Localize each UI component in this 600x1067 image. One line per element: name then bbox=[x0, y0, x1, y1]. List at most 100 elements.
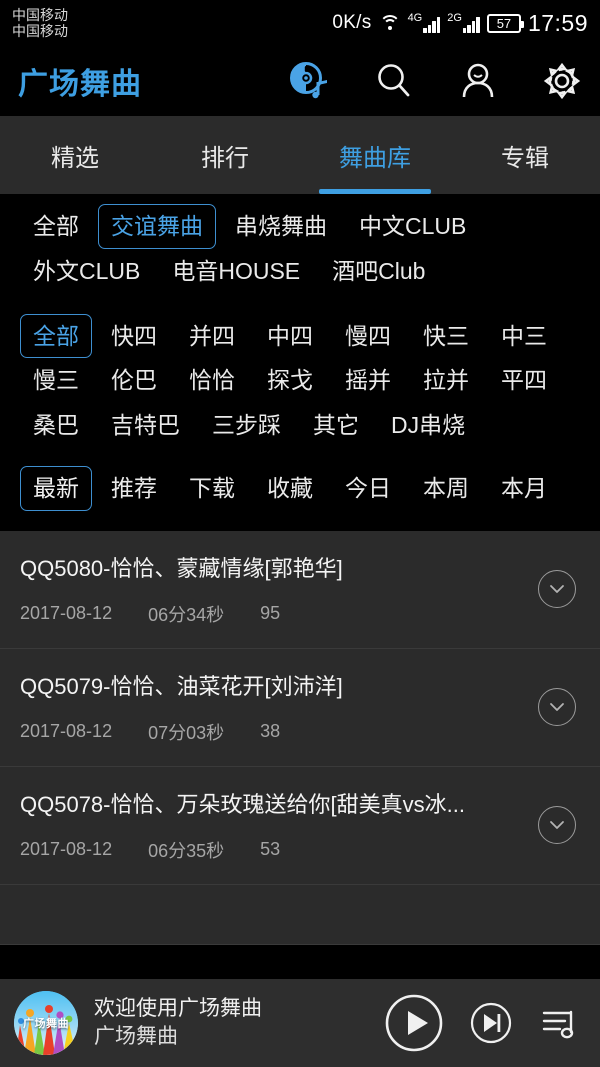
filter-row: 全部 交谊舞曲 串烧舞曲 中文CLUB bbox=[0, 204, 600, 249]
battery-percent-label: 57 bbox=[496, 15, 512, 31]
filter-chip-sort-5[interactable]: 本周 bbox=[410, 466, 482, 511]
tab-label: 舞曲库 bbox=[339, 144, 411, 172]
chevron-down-icon[interactable] bbox=[538, 688, 576, 726]
filter-chip-style-2[interactable]: 并四 bbox=[176, 314, 248, 359]
tab-albums[interactable]: 专辑 bbox=[450, 116, 600, 194]
filter-chip-category-1[interactable]: 交谊舞曲 bbox=[98, 204, 216, 249]
sim1-network-label: 4G bbox=[407, 12, 423, 24]
filter-chip-category-5[interactable]: 电音HOUSE bbox=[159, 249, 313, 294]
song-duration: 06分35秒 bbox=[148, 840, 225, 861]
filter-chip-sort-0[interactable]: 最新 bbox=[20, 465, 92, 511]
filter-panel: 全部 交谊舞曲 串烧舞曲 中文CLUB 外文CLUB 电音HOUSE 酒吧Clu… bbox=[0, 194, 600, 531]
play-icon[interactable] bbox=[384, 993, 444, 1053]
filter-chip-category-6[interactable]: 酒吧Club bbox=[319, 249, 438, 294]
filter-chip-style-0[interactable]: 全部 bbox=[20, 313, 92, 359]
playlist-icon[interactable] bbox=[538, 1002, 580, 1044]
song-list: QQ5080-恰恰、蒙藏情缘[郭艳华] 2017-08-12 06分34秒 95… bbox=[0, 530, 600, 945]
album-artwork-label: 广场舞曲 bbox=[23, 1018, 69, 1030]
filter-chip-style-3[interactable]: 中四 bbox=[254, 314, 326, 359]
filter-chip-style-1[interactable]: 快四 bbox=[98, 314, 170, 359]
user-icon[interactable] bbox=[456, 59, 500, 103]
filter-chip-category-4[interactable]: 外文CLUB bbox=[20, 249, 153, 294]
filter-chip-style-15[interactable]: 吉特巴 bbox=[98, 403, 193, 448]
sim2-signal-bars-icon bbox=[462, 16, 480, 33]
song-meta: 2017-08-12 06分34秒 95 bbox=[20, 601, 580, 627]
wifi-icon bbox=[379, 14, 401, 32]
song-title: QQ5078-恰恰、万朵玫瑰送给你[甜美真vs冰... bbox=[20, 791, 465, 817]
filter-chip-style-9[interactable]: 恰恰 bbox=[176, 358, 248, 403]
app-title: 广场舞曲 bbox=[18, 68, 142, 101]
filter-chip-sort-3[interactable]: 收藏 bbox=[254, 466, 326, 511]
app-screen: 中国移动 中国移动 0K/s 4G 2G 57 17:59 广场舞曲 精选 排行… bbox=[0, 0, 600, 1067]
player-track-title: 欢迎使用广场舞曲 bbox=[94, 996, 262, 1020]
filter-chip-style-13[interactable]: 平四 bbox=[488, 358, 560, 403]
filter-chip-category-0[interactable]: 全部 bbox=[20, 204, 92, 249]
search-icon[interactable] bbox=[372, 59, 416, 103]
tab-label: 精选 bbox=[51, 144, 99, 172]
table-row-partial[interactable] bbox=[0, 884, 600, 945]
filter-chip-style-6[interactable]: 中三 bbox=[488, 314, 560, 359]
filter-row: 桑巴 吉特巴 三步踩 其它 DJ串烧 bbox=[0, 403, 600, 448]
song-count: 38 bbox=[260, 721, 281, 741]
sim2-network-label: 2G bbox=[447, 12, 462, 24]
player-track-info[interactable]: 欢迎使用广场舞曲 广场舞曲 bbox=[94, 995, 384, 1052]
filter-group-category: 全部 交谊舞曲 串烧舞曲 中文CLUB 外文CLUB 电音HOUSE 酒吧Clu… bbox=[0, 204, 600, 300]
tab-ranking[interactable]: 排行 bbox=[150, 116, 300, 194]
mini-player-bar: 广场舞曲 欢迎使用广场舞曲 广场舞曲 bbox=[0, 979, 600, 1067]
song-meta: 2017-08-12 07分03秒 38 bbox=[20, 719, 580, 745]
song-count: 95 bbox=[260, 603, 281, 623]
carrier-labels: 中国移动 中国移动 bbox=[12, 7, 68, 39]
cd-music-icon[interactable] bbox=[288, 59, 332, 103]
tab-label: 排行 bbox=[201, 144, 249, 172]
filter-chip-style-5[interactable]: 快三 bbox=[410, 314, 482, 359]
filter-group-sort: 最新 推荐 下载 收藏 今日 本周 本月 bbox=[0, 454, 600, 527]
main-tab-bar: 精选 排行 舞曲库 专辑 bbox=[0, 116, 600, 194]
song-duration: 06分34秒 bbox=[148, 604, 225, 625]
tab-featured[interactable]: 精选 bbox=[0, 116, 150, 194]
tab-dance-library[interactable]: 舞曲库 bbox=[300, 116, 450, 194]
filter-chip-style-11[interactable]: 摇并 bbox=[332, 358, 404, 403]
filter-chip-style-16[interactable]: 三步踩 bbox=[199, 403, 294, 448]
settings-gear-icon[interactable] bbox=[540, 59, 584, 103]
song-title: QQ5079-恰恰、油菜花开[刘沛洋] bbox=[20, 673, 343, 699]
battery-icon: 57 bbox=[486, 13, 524, 33]
table-row[interactable]: QQ5078-恰恰、万朵玫瑰送给你[甜美真vs冰... 2017-08-12 0… bbox=[0, 766, 600, 885]
filter-chip-style-14[interactable]: 桑巴 bbox=[20, 403, 92, 448]
filter-group-style: 全部 快四 并四 中四 慢四 快三 中三 慢三 伦巴 恰恰 探戈 摇并 拉并 平… bbox=[0, 300, 600, 454]
filter-chip-style-7[interactable]: 慢三 bbox=[20, 358, 92, 403]
sim1-signal: 4G bbox=[408, 13, 441, 33]
status-bar: 中国移动 中国移动 0K/s 4G 2G 57 17:59 bbox=[0, 0, 600, 46]
song-duration: 07分03秒 bbox=[148, 722, 225, 743]
header-actions bbox=[288, 46, 584, 116]
filter-chip-style-12[interactable]: 拉并 bbox=[410, 358, 482, 403]
chevron-down-icon[interactable] bbox=[538, 806, 576, 844]
filter-row: 最新 推荐 下载 收藏 今日 本周 本月 bbox=[0, 465, 600, 511]
filter-chip-style-8[interactable]: 伦巴 bbox=[98, 358, 170, 403]
filter-chip-style-10[interactable]: 探戈 bbox=[254, 358, 326, 403]
app-header: 广场舞曲 bbox=[0, 46, 600, 116]
filter-chip-sort-6[interactable]: 本月 bbox=[488, 466, 560, 511]
filter-chip-category-3[interactable]: 中文CLUB bbox=[346, 204, 479, 249]
song-count: 53 bbox=[260, 839, 281, 859]
table-row[interactable]: QQ5080-恰恰、蒙藏情缘[郭艳华] 2017-08-12 06分34秒 95 bbox=[0, 530, 600, 649]
filter-row: 全部 快四 并四 中四 慢四 快三 中三 bbox=[0, 313, 600, 359]
filter-chip-style-17[interactable]: 其它 bbox=[300, 403, 372, 448]
filter-chip-style-4[interactable]: 慢四 bbox=[332, 314, 404, 359]
filter-chip-sort-2[interactable]: 下载 bbox=[176, 466, 248, 511]
chevron-down-icon[interactable] bbox=[538, 570, 576, 608]
player-track-subtitle: 广场舞曲 bbox=[94, 1025, 178, 1048]
song-date: 2017-08-12 bbox=[20, 839, 113, 859]
song-date: 2017-08-12 bbox=[20, 721, 113, 741]
album-artwork[interactable]: 广场舞曲 bbox=[14, 991, 78, 1055]
next-track-icon[interactable] bbox=[470, 1002, 512, 1044]
filter-chip-sort-4[interactable]: 今日 bbox=[332, 466, 404, 511]
carrier-sim2: 中国移动 bbox=[12, 23, 68, 39]
filter-row: 外文CLUB 电音HOUSE 酒吧Club bbox=[0, 249, 600, 294]
table-row[interactable]: QQ5079-恰恰、油菜花开[刘沛洋] 2017-08-12 07分03秒 38 bbox=[0, 648, 600, 767]
clock-label: 17:59 bbox=[527, 9, 588, 36]
filter-chip-sort-1[interactable]: 推荐 bbox=[98, 466, 170, 511]
filter-chip-category-2[interactable]: 串烧舞曲 bbox=[222, 204, 340, 249]
tab-label: 专辑 bbox=[501, 144, 549, 172]
filter-chip-style-18[interactable]: DJ串烧 bbox=[378, 403, 478, 448]
carrier-sim1: 中国移动 bbox=[12, 6, 68, 23]
